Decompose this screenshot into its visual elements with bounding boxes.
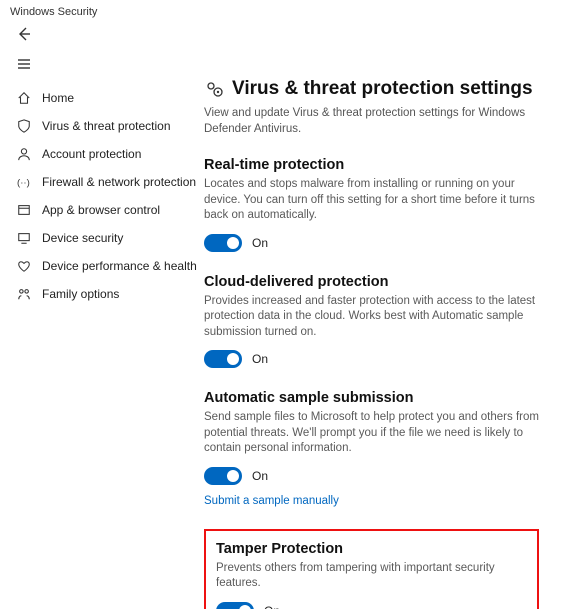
sidebar: Home Virus & threat protection Account p… <box>0 78 200 609</box>
person-icon <box>16 146 32 162</box>
app-icon <box>16 202 32 218</box>
tamper-toggle[interactable] <box>216 602 254 609</box>
realtime-toggle[interactable] <box>204 234 242 252</box>
toggle-state-label: On <box>264 604 280 609</box>
svg-text:(··): (··) <box>17 178 30 189</box>
sidebar-item-home[interactable]: Home <box>8 84 200 112</box>
sidebar-item-label: Account protection <box>42 147 141 161</box>
section-sample: Automatic sample submission Send sample … <box>204 390 543 507</box>
sidebar-item-devicesec[interactable]: Device security <box>8 224 200 252</box>
sidebar-item-appbrowser[interactable]: App & browser control <box>8 196 200 224</box>
family-icon <box>16 286 32 302</box>
section-description: Provides increased and faster protection… <box>204 294 543 341</box>
submit-sample-link[interactable]: Submit a sample manually <box>204 495 543 507</box>
sidebar-item-label: Device performance & health <box>42 259 197 273</box>
sidebar-item-label: App & browser control <box>42 203 160 217</box>
sample-toggle[interactable] <box>204 467 242 485</box>
section-title: Automatic sample submission <box>204 390 543 406</box>
sidebar-item-performance[interactable]: Device performance & health <box>8 252 200 280</box>
home-icon <box>16 90 32 106</box>
section-title: Tamper Protection <box>216 541 527 557</box>
sidebar-item-label: Family options <box>42 287 119 301</box>
device-icon <box>16 230 32 246</box>
section-title: Cloud-delivered protection <box>204 274 543 290</box>
back-button[interactable] <box>14 24 34 44</box>
main-content: Virus & threat protection settings View … <box>200 78 561 609</box>
page-description: View and update Virus & threat protectio… <box>204 106 543 137</box>
section-cloud: Cloud-delivered protection Provides incr… <box>204 274 543 369</box>
cloud-toggle[interactable] <box>204 350 242 368</box>
section-realtime: Real-time protection Locates and stops m… <box>204 157 543 252</box>
sidebar-item-label: Device security <box>42 231 123 245</box>
window-title: Windows Security <box>0 0 561 18</box>
network-icon: (··) <box>16 174 32 190</box>
arrow-left-icon <box>16 26 32 42</box>
section-description: Locates and stops malware from installin… <box>204 177 543 224</box>
sidebar-item-family[interactable]: Family options <box>8 280 200 308</box>
toggle-state-label: On <box>252 469 268 483</box>
toggle-state-label: On <box>252 236 268 250</box>
sidebar-item-label: Firewall & network protection <box>42 175 196 189</box>
sidebar-item-virus[interactable]: Virus & threat protection <box>8 112 200 140</box>
section-description: Send sample files to Microsoft to help p… <box>204 410 543 457</box>
sidebar-item-firewall[interactable]: (··) Firewall & network protection <box>8 168 200 196</box>
page-title: Virus & threat protection settings <box>232 78 533 100</box>
sidebar-item-label: Home <box>42 91 74 105</box>
toggle-state-label: On <box>252 352 268 366</box>
shield-icon <box>16 118 32 134</box>
sidebar-item-label: Virus & threat protection <box>42 119 171 133</box>
heart-icon <box>16 258 32 274</box>
tamper-highlight-box: Tamper Protection Prevents others from t… <box>204 529 539 609</box>
hamburger-icon <box>16 56 32 72</box>
menu-button[interactable] <box>14 54 34 74</box>
sidebar-item-account[interactable]: Account protection <box>8 140 200 168</box>
section-title: Real-time protection <box>204 157 543 173</box>
settings-gears-icon <box>204 79 224 99</box>
section-description: Prevents others from tampering with impo… <box>216 561 527 592</box>
